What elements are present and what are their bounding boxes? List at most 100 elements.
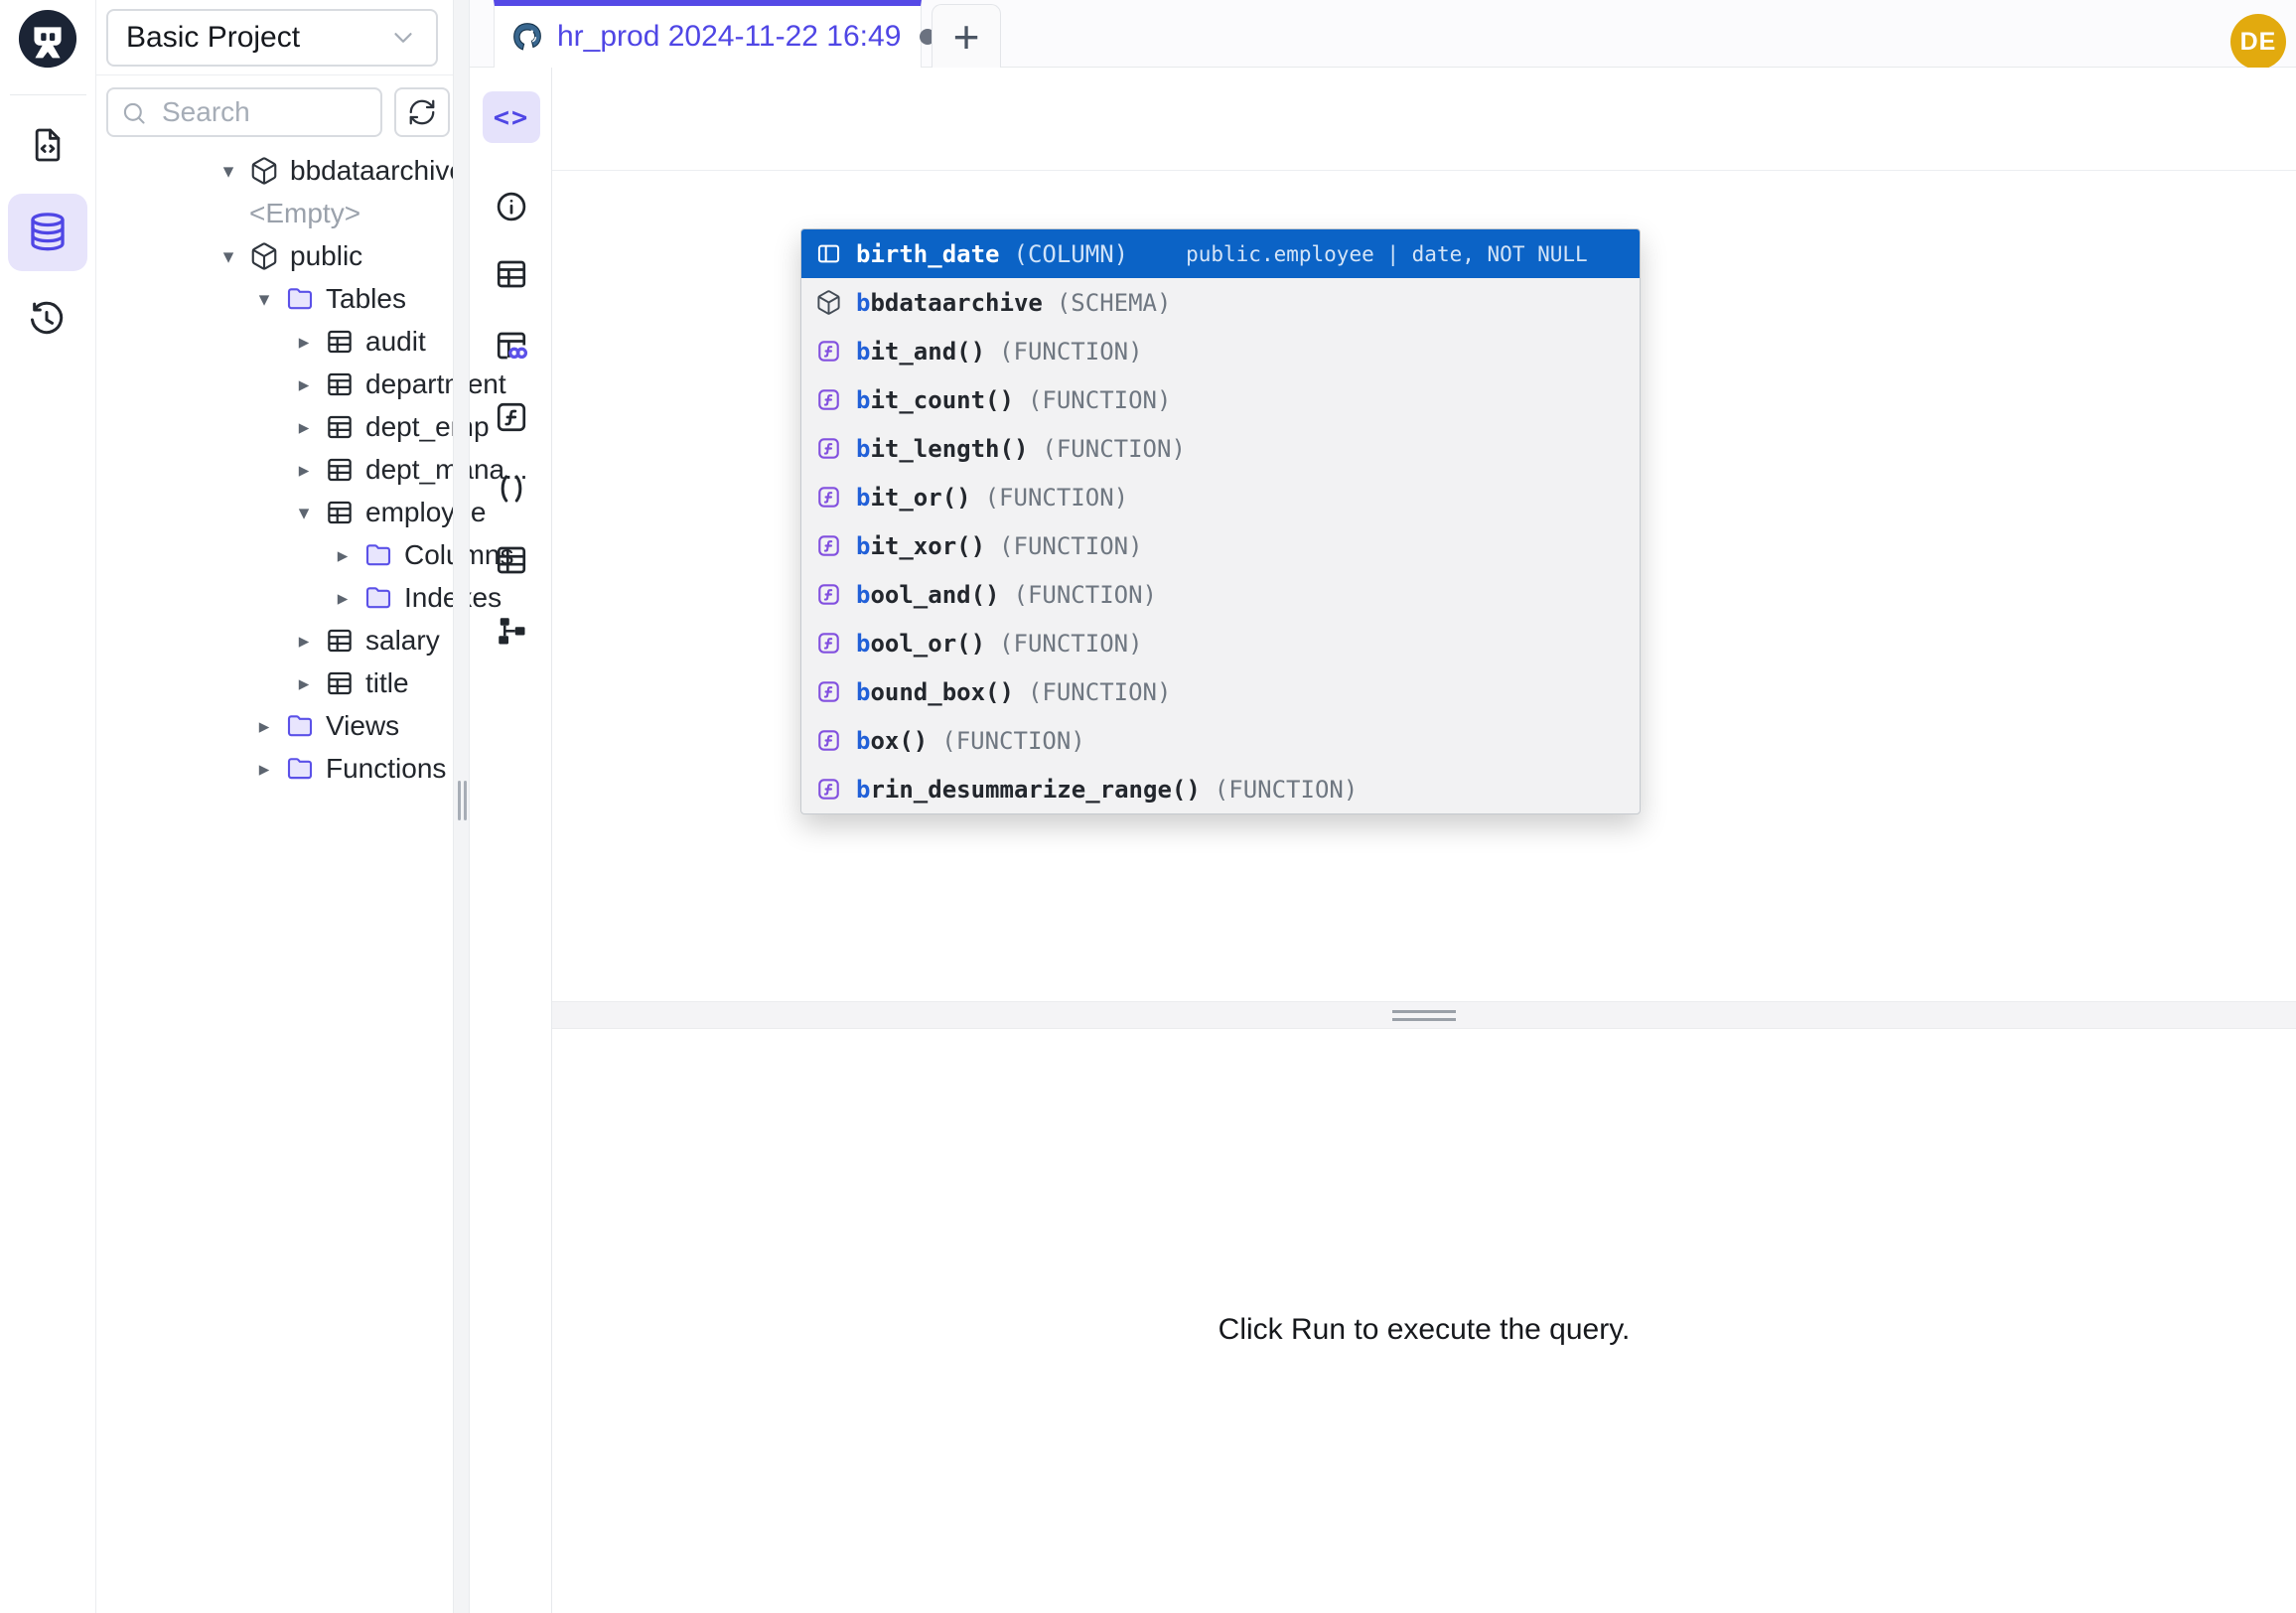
rail-item-database[interactable]: [8, 194, 87, 271]
strip-schema-diagram-button[interactable]: [494, 613, 529, 649]
bytebase-logo-icon[interactable]: [17, 8, 78, 70]
tab-strip: hr_prod 2024-11-22 16:49 + DE: [470, 0, 2296, 68]
tree-item-salary[interactable]: ▸salary: [96, 619, 453, 661]
autocomplete-item-bool-and[interactable]: bool_and()(FUNCTION): [801, 570, 1640, 619]
autocomplete-item-brin-desummarize-range[interactable]: brin_desummarize_range()(FUNCTION): [801, 765, 1640, 813]
tree-item-tables[interactable]: ▾ Tables: [96, 277, 453, 320]
strip-info-button[interactable]: [494, 189, 529, 224]
table-icon: [325, 626, 355, 656]
autocomplete-kind: (FUNCTION): [1215, 776, 1359, 804]
tree-item-indexes[interactable]: ▸Indexes: [96, 576, 453, 619]
collapse-arrow-icon[interactable]: ▸: [251, 757, 277, 781]
tree-item-label: Tables: [326, 283, 406, 315]
collapse-arrow-icon[interactable]: ▸: [291, 458, 317, 482]
cube-icon: [815, 289, 842, 316]
table-icon: [325, 327, 355, 357]
strip-table-search-button[interactable]: [494, 328, 529, 364]
code-editor-toggle[interactable]: <>: [483, 91, 540, 143]
tree-item-functions[interactable]: ▸Functions: [96, 747, 453, 790]
autocomplete-item-bit-length[interactable]: bit_length()(FUNCTION): [801, 424, 1640, 473]
tree-item-dept-emp[interactable]: ▸dept_emp: [96, 405, 453, 448]
autocomplete-name: bool_and(): [856, 581, 1000, 609]
refresh-button[interactable]: [394, 87, 450, 137]
tree-item-audit[interactable]: ▸ audit: [96, 320, 453, 363]
autocomplete-item-bit-or[interactable]: bit_or()(FUNCTION): [801, 473, 1640, 521]
collapse-arrow-icon[interactable]: ▸: [291, 415, 317, 439]
autocomplete-item-bit-and[interactable]: bit_and() (FUNCTION): [801, 327, 1640, 375]
resize-grip: [458, 781, 461, 820]
autocomplete-kind: (COLUMN): [1014, 240, 1129, 268]
autocomplete-kind: (FUNCTION): [999, 338, 1143, 366]
autocomplete-item-bound-box[interactable]: bound_box()(FUNCTION): [801, 667, 1640, 716]
autocomplete-name: bit_or(): [856, 484, 971, 512]
tree-item-label: department: [365, 368, 506, 400]
autocomplete-detail: public.employee | date, NOT NULL: [1186, 242, 1588, 266]
strip-table-button[interactable]: [494, 256, 529, 292]
results-panel: Click Run to execute the query.: [552, 1029, 2296, 1613]
function-badge-icon: [815, 630, 842, 657]
collapse-arrow-icon[interactable]: ▸: [291, 671, 317, 695]
sidebar-resize-handle[interactable]: [453, 0, 470, 1613]
autocomplete-item-box[interactable]: box()(FUNCTION): [801, 716, 1640, 765]
autocomplete-kind: (FUNCTION): [1028, 678, 1172, 706]
rail-item-worksheet[interactable]: [26, 123, 70, 167]
tree-item-department[interactable]: ▸department: [96, 363, 453, 405]
autocomplete-name: birth_date: [856, 240, 1000, 268]
collapse-arrow-icon[interactable]: ▸: [330, 543, 356, 567]
collapse-arrow-icon[interactable]: ▸: [291, 629, 317, 653]
autocomplete-kind: (SCHEMA): [1057, 289, 1172, 317]
expand-arrow-icon[interactable]: ▾: [215, 244, 241, 268]
collapse-arrow-icon[interactable]: ▸: [330, 586, 356, 610]
autocomplete-dropdown: birth_date (COLUMN) public.employee | date…: [800, 228, 1641, 814]
tree-item-views[interactable]: ▸Views: [96, 704, 453, 747]
expand-arrow-icon[interactable]: ▾: [215, 159, 241, 183]
info-icon: [494, 189, 529, 224]
tree-item-label: audit: [365, 326, 426, 358]
tree-item-public[interactable]: ▾public: [96, 234, 453, 277]
strip-function-button[interactable]: [494, 399, 529, 435]
autocomplete-item-bit-count[interactable]: bit_count()(FUNCTION): [801, 375, 1640, 424]
panel-resize-divider[interactable]: [552, 1001, 2296, 1029]
collapse-arrow-icon[interactable]: ▸: [251, 714, 277, 738]
function-badge-icon: [815, 435, 842, 462]
schema-diagram-icon: [494, 613, 529, 649]
project-select[interactable]: Basic Project: [106, 9, 438, 67]
divider-grip: [1392, 1010, 1456, 1013]
expand-arrow-icon[interactable]: ▾: [291, 501, 317, 524]
autocomplete-item-bit-xor[interactable]: bit_xor()(FUNCTION): [801, 521, 1640, 570]
folder-icon: [363, 540, 393, 570]
autocomplete-item-bool-or[interactable]: bool_or()(FUNCTION): [801, 619, 1640, 667]
autocomplete-kind: (FUNCTION): [1028, 386, 1172, 414]
project-select-value: Basic Project: [126, 21, 378, 55]
autocomplete-name: bit_length(): [856, 435, 1028, 463]
rail-item-history[interactable]: [25, 298, 69, 342]
expand-arrow-icon[interactable]: ▾: [251, 287, 277, 311]
new-tab-button[interactable]: +: [932, 4, 1001, 68]
tab-worksheet[interactable]: hr_prod 2024-11-22 16:49: [494, 0, 922, 68]
cube-icon: [249, 241, 279, 271]
table-search-icon: [494, 328, 529, 364]
tree-item-employee[interactable]: ▾employee: [96, 491, 453, 533]
tree-item-empty[interactable]: <Empty>: [96, 192, 453, 234]
collapse-arrow-icon[interactable]: ▸: [291, 330, 317, 354]
table-icon: [325, 498, 355, 527]
autocomplete-item-birth-date[interactable]: birth_date (COLUMN) public.employee | date…: [801, 229, 1640, 278]
folder-icon: [285, 754, 315, 784]
user-avatar[interactable]: DE: [2230, 14, 2286, 70]
tree-item-columns[interactable]: ▸Columns: [96, 533, 453, 576]
folder-icon: [363, 583, 393, 613]
editor-side-strip: <>: [470, 68, 552, 1613]
search-input[interactable]: [106, 87, 382, 137]
autocomplete-name: bit_and(): [856, 338, 985, 366]
tree-item-dept-mana[interactable]: ▸dept_mana...: [96, 448, 453, 491]
collapse-arrow-icon[interactable]: ▸: [291, 372, 317, 396]
tree-item-bbdataarchive[interactable]: ▾bbdataarchive: [96, 149, 453, 192]
tree-item-title[interactable]: ▸title: [96, 661, 453, 704]
chevron-down-icon: [388, 23, 418, 53]
postgresql-icon: [510, 20, 544, 54]
function-icon: [494, 399, 529, 435]
divider-grip: [1392, 1018, 1456, 1021]
autocomplete-item-bbdataarchive[interactable]: bbdataarchive(SCHEMA): [801, 278, 1640, 327]
history-icon: [27, 300, 67, 340]
tab-label: hr_prod 2024-11-22 16:49: [557, 20, 901, 54]
